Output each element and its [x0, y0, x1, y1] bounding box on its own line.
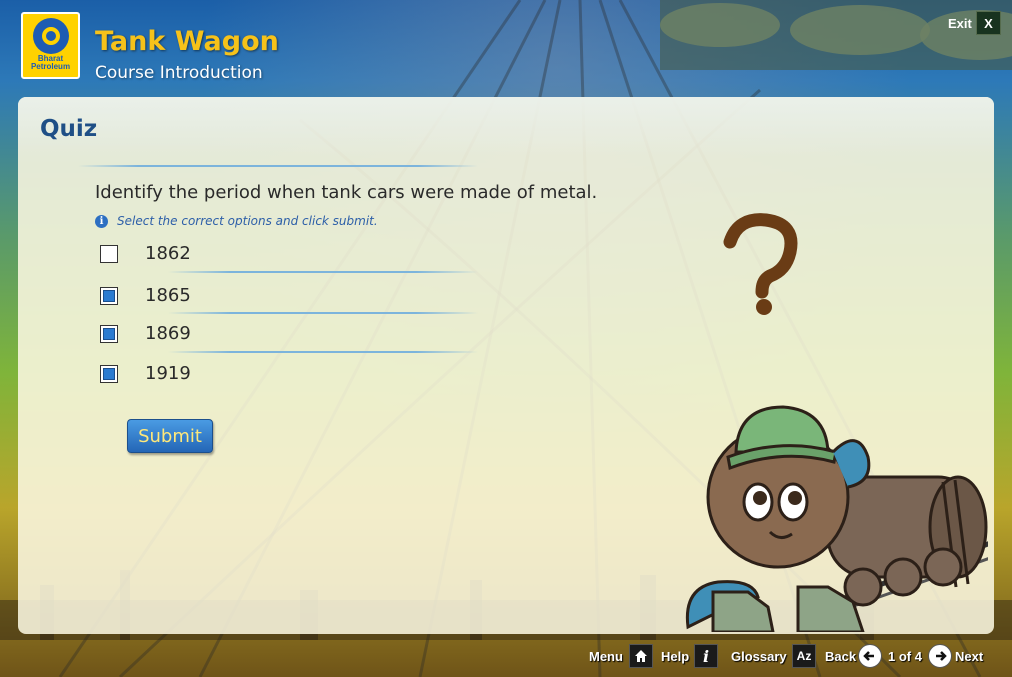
option-1869[interactable]: 1869 — [100, 323, 191, 344]
tank-wagon-mascot-illustration — [685, 213, 988, 632]
glossary-az-icon[interactable]: Az — [792, 644, 816, 668]
menu-label[interactable]: Menu — [589, 649, 623, 664]
option-checkbox[interactable] — [100, 324, 118, 343]
question-mark-icon — [723, 213, 798, 315]
option-checkbox[interactable] — [100, 244, 118, 263]
quiz-title: Quiz — [40, 116, 98, 142]
option-divider — [168, 351, 478, 353]
quiz-panel: Quiz Identify the period when tank cars … — [18, 97, 994, 634]
back-arrow-icon[interactable] — [858, 644, 882, 668]
page-indicator: 1 of 4 — [888, 649, 922, 664]
logo-emblem-icon — [32, 18, 69, 54]
logo-text: Bharat Petroleum — [31, 55, 70, 71]
panel-header-band — [18, 97, 994, 157]
info-icon: i — [95, 214, 108, 228]
option-1865[interactable]: 1865 — [100, 285, 191, 306]
option-label: 1862 — [145, 243, 191, 264]
bharat-petroleum-logo: Bharat Petroleum — [21, 12, 80, 79]
option-checkbox[interactable] — [100, 364, 118, 383]
home-icon[interactable] — [629, 644, 653, 668]
next-label[interactable]: Next — [955, 649, 983, 664]
option-divider — [168, 312, 478, 314]
glossary-label[interactable]: Glossary — [731, 649, 787, 664]
instruction-row: i Select the correct options and click s… — [95, 214, 378, 228]
navigation-bar: Menu Help i Glossary Az Back 1 of 4 Next — [0, 640, 1012, 677]
course-title: Tank Wagon — [95, 26, 279, 57]
option-label: 1919 — [145, 363, 191, 384]
title-divider — [78, 165, 478, 167]
option-checkbox[interactable] — [100, 286, 118, 305]
logo-text-line2: Petroleum — [30, 62, 71, 71]
submit-button[interactable]: Submit — [127, 419, 213, 453]
exit-label[interactable]: Exit — [948, 16, 972, 31]
option-label: 1865 — [145, 285, 191, 306]
next-arrow-icon[interactable] — [928, 644, 952, 668]
course-subtitle: Course Introduction — [95, 63, 263, 83]
question-text: Identify the period when tank cars were … — [95, 182, 598, 203]
exit-button[interactable]: X — [976, 11, 1001, 35]
back-label[interactable]: Back — [825, 649, 856, 664]
help-label[interactable]: Help — [661, 649, 689, 664]
option-divider — [168, 271, 478, 273]
option-1862[interactable]: 1862 — [100, 243, 191, 264]
help-info-icon[interactable]: i — [694, 644, 718, 668]
instruction-text: Select the correct options and click sub… — [117, 214, 378, 228]
option-label: 1869 — [145, 323, 191, 344]
option-1919[interactable]: 1919 — [100, 363, 191, 384]
